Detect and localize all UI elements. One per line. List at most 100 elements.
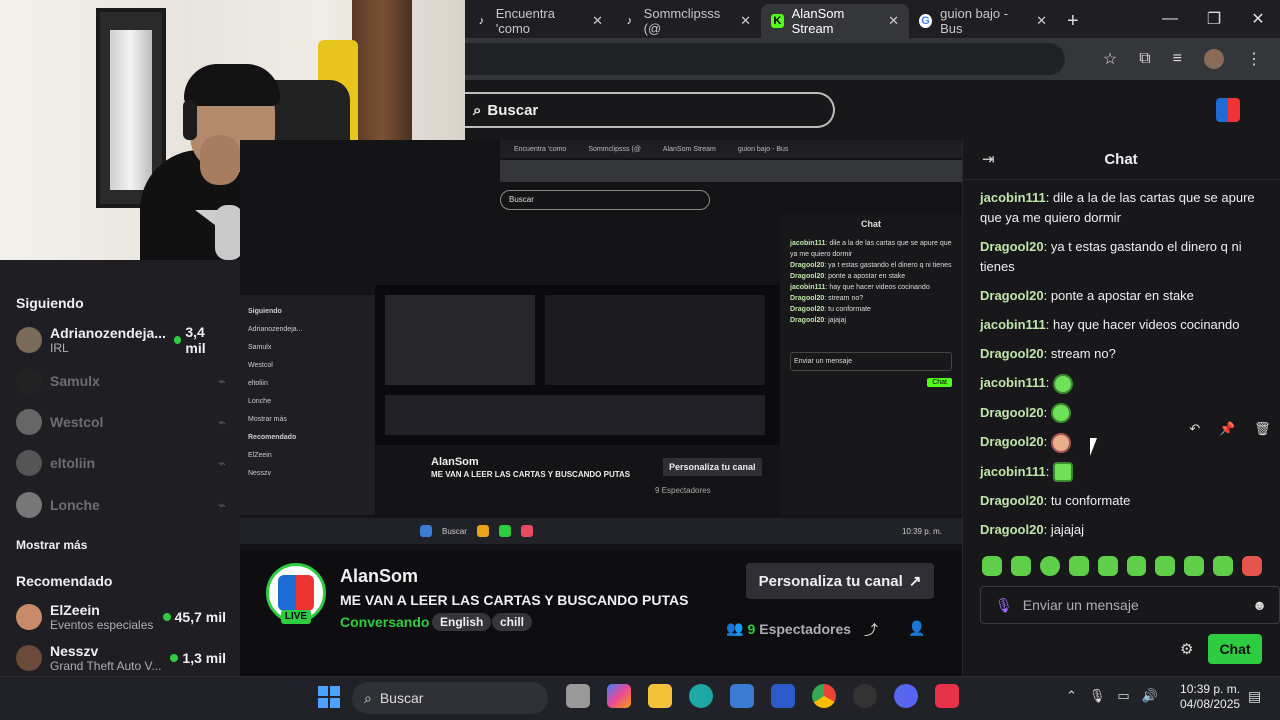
microphone-icon[interactable]: 🎙 [995,597,1013,614]
viewer-number: 9 [747,620,756,637]
browser-tab-1[interactable]: ♪ Encuentra 'como ✕ [465,4,613,38]
omnibox[interactable] [465,43,1065,75]
chat-message: jacobin111: dile a la de las cartas que … [980,190,1255,225]
emote-icon[interactable] [1097,556,1118,576]
media-control-icon[interactable]: ≡ [1173,50,1182,68]
windows-start-icon[interactable] [318,686,340,708]
tab-label: Encuentra 'como [495,6,555,36]
reply-icon[interactable]: ↶ [1189,421,1200,437]
live-dot-icon [170,654,179,662]
viewers-icon: 👥 [726,620,744,636]
avatar [16,327,42,353]
emote-icon[interactable] [1242,556,1263,576]
profile-avatar[interactable] [1204,49,1224,69]
close-icon[interactable]: ✕ [888,13,899,29]
emote-icon[interactable] [1039,556,1060,576]
gear-icon[interactable]: ⚙ [1180,640,1193,658]
new-tab-button[interactable]: + [1057,4,1089,38]
chevron-up-icon[interactable]: ⌃ [1066,688,1077,704]
emote-icon[interactable] [1155,556,1176,576]
offline-icon: ⌁ [217,454,226,471]
live-dot-icon [173,336,182,344]
pin-icon[interactable]: 📌 [1219,421,1235,437]
channel-name: Lonche [50,497,100,513]
emote-icon[interactable] [1010,556,1031,576]
clock[interactable]: 10:39 p. m. 04/08/2025 [1180,682,1240,712]
emote-icon[interactable] [1213,556,1234,576]
site-search-input[interactable]: ⌕ Buscar [465,92,835,128]
customize-label: Personaliza tu canal [758,572,903,590]
sidebar-channel-adrianozendejas[interactable]: Adrianozendeja... IRL 3,4 mil [16,320,226,360]
star-icon[interactable]: ☆ [1103,49,1117,69]
tiktok-icon: ♪ [626,15,633,27]
browser-tab-2[interactable]: ♪ Sommclipsss (@ ✕ [613,4,761,38]
emote-icon[interactable] [982,556,1002,576]
follow-icon[interactable]: 👤 [908,620,925,637]
sidebar-channel-eltoliin[interactable]: eltoliin ⌁ [16,443,226,483]
emote-icon [1050,403,1071,424]
offline-icon: ⌁ [217,372,226,389]
file-explorer-icon[interactable] [648,684,672,708]
obs-icon[interactable] [853,684,877,708]
show-more-link[interactable]: Mostrar más [16,538,87,552]
channel-name: eltoliin [50,455,96,471]
collapse-chat-icon[interactable]: ⇥ [982,150,995,168]
close-window-icon[interactable]: ✕ [1236,9,1280,29]
emoji-icon[interactable]: ☻ [1252,597,1267,613]
browser-tab-4[interactable]: G guion bajo - Bus ✕ [909,4,1057,38]
system-tray: ⌃ 🎙 ▭ 🔊 [1066,688,1158,704]
browser-tab-3[interactable]: K AlanSom Stream ✕ [761,4,909,38]
chat-message: Dragool20: stream no? [980,346,1116,361]
copilot-icon[interactable] [607,684,631,708]
close-icon[interactable]: ✕ [592,13,603,29]
volume-icon[interactable]: 🔊 [1142,688,1158,704]
channel-category: IRL [50,341,69,355]
stream-category[interactable]: Conversando [340,614,429,630]
notification-icon[interactable]: ▤ [1248,688,1261,705]
channel-name: Westcol [50,414,104,430]
sidebar-channel-elzeein[interactable]: ElZeein Eventos especiales 45,7 mil [16,597,226,637]
avatar-image [278,575,314,611]
taskbar-search[interactable]: ⌕ Buscar [352,682,548,714]
app-icon[interactable] [771,684,795,708]
maximize-icon[interactable]: ❐ [1192,9,1236,29]
user-avatar-button[interactable] [1216,98,1240,122]
discord-icon[interactable] [894,684,918,708]
avatar [16,604,42,630]
mouse-cursor-icon [1090,438,1104,456]
emote-icon[interactable] [1184,556,1205,576]
share-icon[interactable]: ⤴ [864,620,878,640]
left-sidebar: Siguiendo Adrianozendeja... IRL 3,4 mil … [0,260,240,676]
tag-english[interactable]: English [432,613,492,631]
inner-browser-tabs: Encuentra 'como Sommclipsss (@ AlanSom Str… [500,140,962,158]
send-chat-button[interactable]: Chat [1208,634,1262,664]
sidebar-channel-samulx[interactable]: Samulx ⌁ [16,361,226,401]
extensions-icon[interactable]: ⧉ [1139,50,1150,68]
network-icon[interactable]: ▭ [1117,688,1129,704]
sidebar-channel-lonche[interactable]: Lonche ⌁ [16,485,226,525]
sidebar-channel-westcol[interactable]: Westcol ⌁ [16,402,226,442]
chat-messages: jacobin111: dile a la de las cartas que … [980,188,1260,549]
sidebar-channel-nesszv[interactable]: Nesszv Grand Theft Auto V... 1,3 mil [16,638,226,678]
menu-icon[interactable]: ⋮ [1246,49,1262,69]
delete-icon[interactable]: 🗑 [1254,421,1271,437]
channel-name[interactable]: AlanSom [340,566,418,587]
store-icon[interactable] [730,684,754,708]
tag-chill[interactable]: chill [492,613,533,631]
viewer-label: Espectadores [759,620,852,637]
avatar [16,409,42,435]
emote-icon[interactable] [1068,556,1089,576]
tiktok-icon[interactable] [935,684,959,708]
task-view-icon[interactable] [566,684,590,708]
microphone-icon[interactable]: 🎙 [1089,688,1106,704]
chat-input[interactable]: 🎙 Enviar un mensaje ☻ [980,586,1280,624]
edge-icon[interactable] [689,684,713,708]
tiktok-icon: ♪ [478,15,485,27]
customize-channel-button[interactable]: Personaliza tu canal ↗ [746,563,934,599]
close-icon[interactable]: ✕ [740,13,751,29]
chrome-icon[interactable] [812,684,836,708]
close-icon[interactable]: ✕ [1036,13,1047,29]
minimize-icon[interactable]: — [1148,10,1192,28]
emote-icon[interactable] [1126,556,1147,576]
avatar [16,492,42,518]
